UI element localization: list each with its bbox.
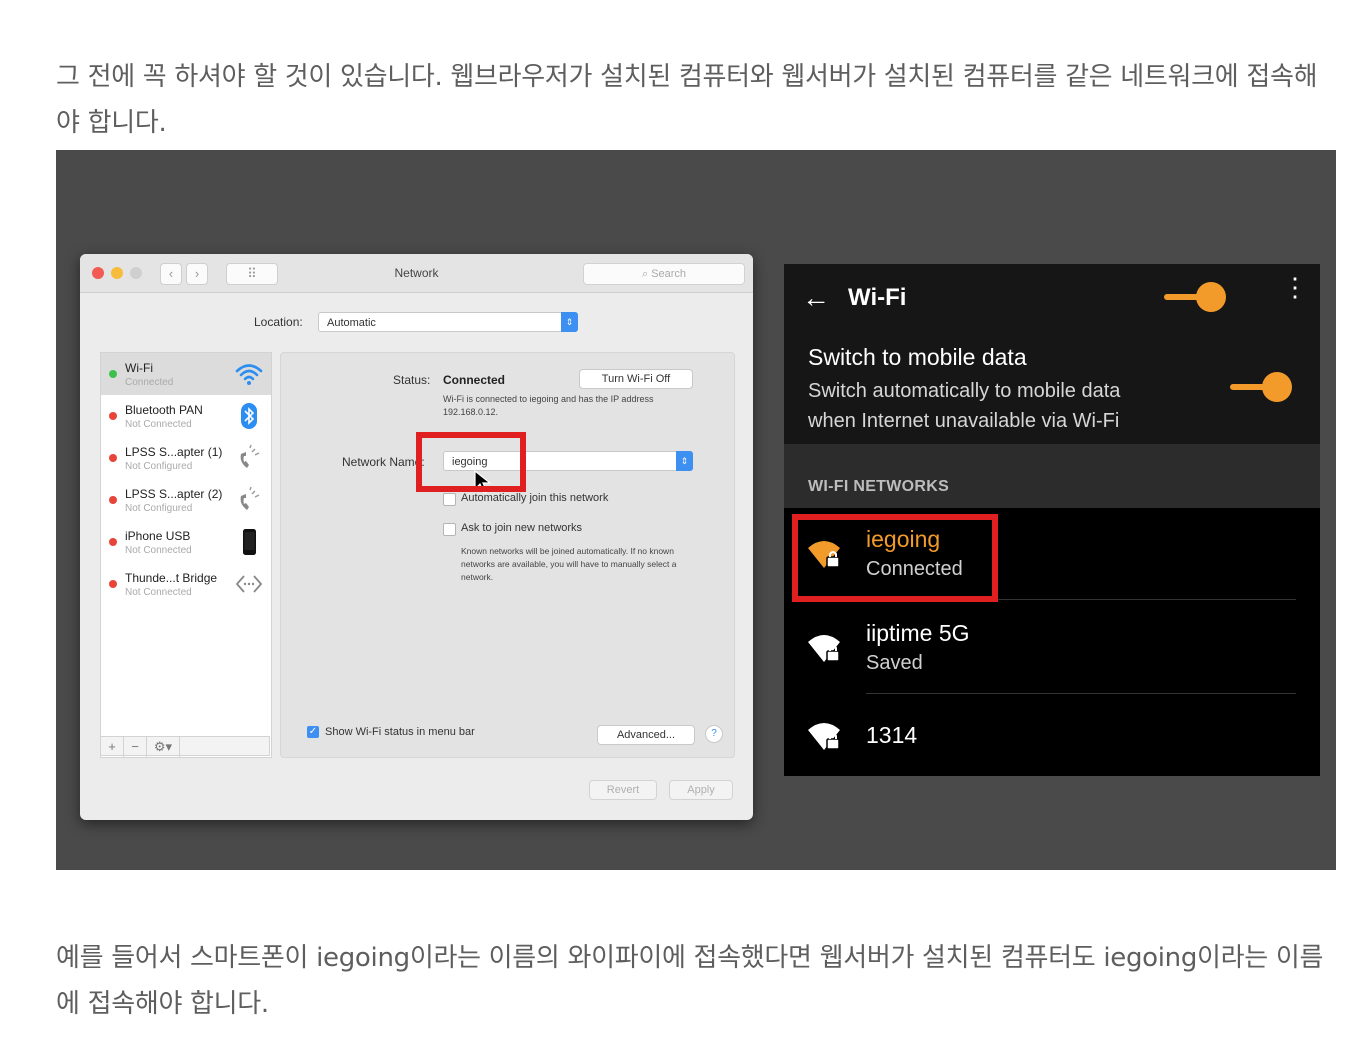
network-name: 1314 (866, 722, 918, 748)
add-service-button[interactable]: + (101, 737, 124, 757)
toggle-knob (1196, 282, 1226, 312)
service-status: Connected (125, 377, 174, 388)
search-placeholder: Search (651, 268, 687, 280)
service-status: Not Connected (125, 587, 192, 598)
wifi-locked-icon (808, 723, 840, 750)
iphone-icon (243, 529, 256, 555)
list-divider (866, 693, 1296, 694)
network-service-list: Wi-Fi Connected Bluetooth PAN Not Connec… (100, 352, 272, 758)
apply-button[interactable]: Apply (669, 780, 733, 800)
mac-title-bar: ‹ › ⠿ Network ⌕ Search (80, 254, 753, 293)
mobile-data-subtitle: Switch automatically to mobile data when… (808, 380, 1121, 432)
screenshot-figure: ‹ › ⠿ Network ⌕ Search Location: Automat… (56, 150, 1336, 870)
service-name: Bluetooth PAN (125, 403, 203, 417)
status-label: Status: (393, 373, 431, 387)
network-item-iiptime-5g[interactable]: iiptime 5G Saved (784, 602, 1320, 694)
network-status: Saved (866, 652, 923, 674)
service-list-footer: + − ⚙▾ (100, 736, 270, 757)
select-arrows-icon: ⇕ (561, 312, 578, 332)
ask-join-label: Ask to join new networks (461, 522, 583, 534)
service-item-thunderbolt-bridge[interactable]: Thunde...t Bridge Not Connected (101, 563, 271, 605)
status-value: Connected (443, 373, 506, 387)
network-item-1314[interactable]: 1314 (784, 696, 1320, 776)
search-icon: ⌕ (641, 268, 649, 280)
service-status-dot (109, 496, 117, 504)
mobile-data-toggle[interactable] (1230, 372, 1292, 402)
auto-join-checkbox[interactable] (443, 493, 456, 506)
show-wifi-status-checkbox[interactable]: ✓ (307, 726, 319, 738)
service-status: Not Connected (125, 419, 192, 430)
android-wifi-settings: ← Wi-Fi ⋮ Switch to mobile data Switch a… (784, 264, 1320, 776)
mobile-data-title: Switch to mobile data (808, 344, 1027, 370)
wifi-icon (235, 364, 263, 385)
service-name: Thunde...t Bridge (125, 571, 218, 585)
status-description: Wi-Fi is connected to iegoing and has th… (443, 394, 654, 417)
bluetooth-icon (241, 403, 257, 429)
remove-service-button[interactable]: − (124, 737, 147, 757)
ask-join-checkbox[interactable] (443, 523, 456, 536)
more-options-icon[interactable]: ⋮ (1282, 274, 1308, 300)
wifi-toggle[interactable] (1164, 282, 1226, 312)
service-status-dot (109, 454, 117, 462)
service-item-bluetooth-pan[interactable]: Bluetooth PAN Not Connected (101, 395, 271, 437)
service-status: Not Configured (125, 461, 193, 472)
wifi-title: Wi-Fi (848, 284, 907, 311)
outro-paragraph: 예를 들어서 스마트폰이 iegoing이라는 이름의 와이파이에 접속했다면 … (56, 943, 1324, 1019)
revert-button[interactable]: Revert (589, 780, 657, 800)
wifi-locked-icon (808, 635, 840, 662)
help-button[interactable]: ? (705, 725, 723, 743)
service-status: Not Connected (125, 545, 192, 556)
connected-network-highlight-box (792, 514, 998, 602)
service-name: Wi-Fi (125, 361, 153, 375)
service-name: iPhone USB (125, 529, 191, 543)
search-field[interactable]: ⌕ Search (583, 263, 745, 285)
location-value: Automatic (327, 317, 376, 329)
location-label: Location: (254, 315, 303, 329)
android-header: ← Wi-Fi ⋮ Switch to mobile data Switch a… (784, 264, 1320, 444)
service-status-dot (109, 538, 117, 546)
bridge-arrows-icon (235, 575, 263, 593)
section-label: WI-FI NETWORKS (808, 478, 950, 495)
location-select[interactable]: Automatic ⇕ (318, 312, 578, 332)
show-wifi-status-label: Show Wi-Fi status in menu bar (325, 726, 475, 738)
network-name-highlight-box (416, 432, 526, 492)
service-status-dot (109, 370, 117, 378)
network-name-label: Network Name: (342, 455, 425, 469)
turn-wifi-off-button[interactable]: Turn Wi-Fi Off (579, 369, 693, 389)
service-status-dot (109, 580, 117, 588)
service-name: LPSS S...apter (1) (125, 445, 223, 459)
select-arrows-icon: ⇕ (676, 451, 693, 471)
phone-handset-icon (240, 486, 260, 510)
wifi-settings-pane: Status: Connected Turn Wi-Fi Off Wi-Fi i… (280, 352, 735, 758)
gear-menu-icon[interactable]: ⚙▾ (147, 737, 180, 757)
wifi-networks-section-header: WI-FI NETWORKS (784, 444, 1320, 508)
service-item-lpss-1[interactable]: LPSS S...apter (1) Not Configured (101, 437, 271, 479)
service-status: Not Configured (125, 503, 193, 514)
mac-network-preferences-window: ‹ › ⠿ Network ⌕ Search Location: Automat… (80, 254, 753, 820)
service-name: LPSS S...apter (2) (125, 487, 223, 501)
service-status-dot (109, 412, 117, 420)
intro-paragraph: 그 전에 꼭 하셔야 할 것이 있습니다. 웹브라우저가 설치된 컴퓨터와 웹서… (56, 62, 1318, 138)
network-name: iiptime 5G (866, 620, 970, 646)
service-item-lpss-2[interactable]: LPSS S...apter (2) Not Configured (101, 479, 271, 521)
advanced-button[interactable]: Advanced... (597, 725, 695, 745)
service-item-iphone-usb[interactable]: iPhone USB Not Connected (101, 521, 271, 563)
toggle-knob (1262, 372, 1292, 402)
service-item-wifi[interactable]: Wi-Fi Connected (101, 353, 271, 395)
phone-handset-icon (240, 444, 260, 468)
ask-join-description: Known networks will be joined automatica… (461, 546, 677, 582)
back-arrow-icon[interactable]: ← (802, 282, 830, 314)
